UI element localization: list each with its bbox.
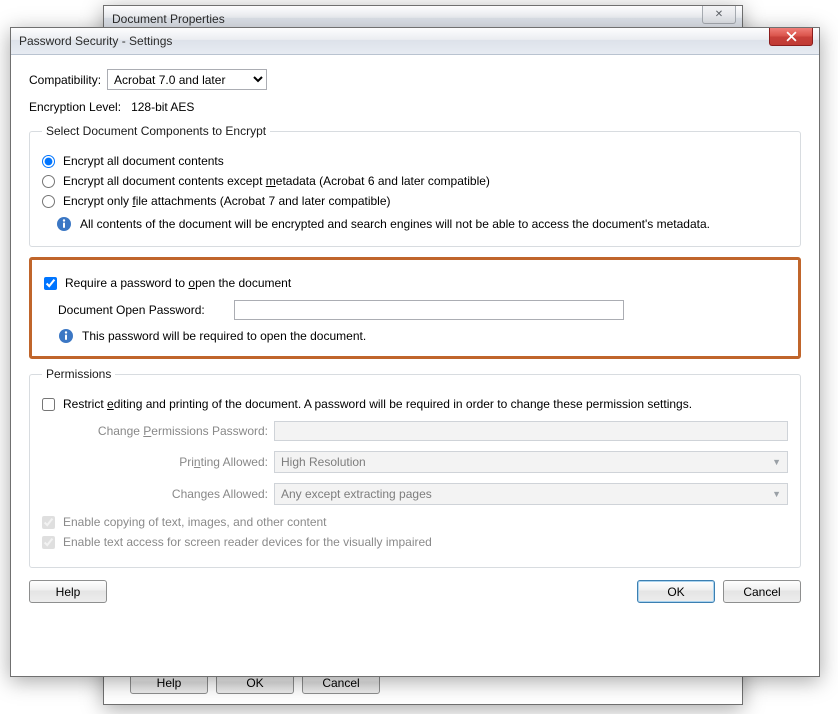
enable-copy-row: Enable copying of text, images, and othe… — [42, 515, 788, 529]
enable-copy-label: Enable copying of text, images, and othe… — [63, 515, 327, 529]
chevron-down-icon: ▼ — [772, 489, 781, 499]
encryption-row: Encryption Level: 128-bit AES — [29, 100, 801, 114]
encryption-label: Encryption Level: — [29, 100, 121, 114]
restrict-editing-label: Restrict editing and printing of the doc… — [63, 397, 692, 411]
info-icon — [58, 328, 74, 344]
enable-copy-checkbox — [42, 516, 55, 529]
ok-button[interactable]: OK — [637, 580, 715, 603]
components-info-text: All contents of the document will be enc… — [80, 217, 710, 231]
restrict-editing-row[interactable]: Restrict editing and printing of the doc… — [42, 397, 788, 411]
printing-allowed-label: Printing Allowed: — [42, 455, 268, 469]
info-icon — [56, 216, 72, 232]
encrypt-all-row[interactable]: Encrypt all document contents — [42, 154, 788, 168]
close-icon: ✕ — [702, 6, 736, 24]
open-password-field-row: Document Open Password: — [58, 300, 786, 320]
printing-allowed-row: Printing Allowed: High Resolution ▼ — [42, 451, 788, 473]
close-icon — [786, 31, 797, 42]
enable-access-label: Enable text access for screen reader dev… — [63, 535, 432, 549]
encrypt-all-label: Encrypt all document contents — [63, 154, 224, 168]
close-button[interactable] — [769, 28, 813, 46]
compatibility-select[interactable]: Acrobat 7.0 and later — [107, 69, 267, 90]
printing-allowed-select: High Resolution ▼ — [274, 451, 788, 473]
compatibility-row: Compatibility: Acrobat 7.0 and later — [29, 69, 801, 90]
changes-allowed-select: Any except extracting pages ▼ — [274, 483, 788, 505]
encrypt-all-radio[interactable] — [42, 155, 55, 168]
encrypt-attachments-radio[interactable] — [42, 195, 55, 208]
encrypt-attachments-row[interactable]: Encrypt only file attachments (Acrobat 7… — [42, 194, 788, 208]
permissions-legend: Permissions — [42, 367, 115, 381]
help-button[interactable]: Help — [29, 580, 107, 603]
encrypt-attachments-label: Encrypt only file attachments (Acrobat 7… — [63, 194, 391, 208]
chevron-down-icon: ▼ — [772, 457, 781, 467]
open-password-info-text: This password will be required to open t… — [82, 329, 366, 343]
change-permissions-password-label: Change Permissions Password: — [42, 424, 268, 438]
titlebar: Password Security - Settings — [11, 28, 819, 55]
encrypt-except-metadata-row[interactable]: Encrypt all document contents except met… — [42, 174, 788, 188]
compatibility-label: Compatibility: — [29, 73, 101, 87]
change-permissions-password-input — [274, 421, 788, 441]
parent-close-button[interactable]: ✕ — [702, 6, 736, 24]
permissions-group: Permissions Restrict editing and printin… — [29, 367, 801, 568]
restrict-editing-checkbox[interactable] — [42, 398, 55, 411]
parent-title: Document Properties — [112, 12, 225, 26]
cancel-button[interactable]: Cancel — [723, 580, 801, 603]
components-info-row: All contents of the document will be enc… — [56, 216, 788, 232]
components-group: Select Document Components to Encrypt En… — [29, 124, 801, 247]
open-password-highlight: Require a password to open the document … — [29, 257, 801, 359]
components-legend: Select Document Components to Encrypt — [42, 124, 270, 138]
require-open-password-row[interactable]: Require a password to open the document — [44, 276, 786, 290]
encrypt-except-metadata-label: Encrypt all document contents except met… — [63, 174, 490, 188]
require-open-password-label: Require a password to open the document — [65, 276, 291, 290]
enable-access-row: Enable text access for screen reader dev… — [42, 535, 788, 549]
password-security-dialog: Password Security - Settings Compatibili… — [10, 27, 820, 677]
encryption-value: 128-bit AES — [131, 100, 194, 114]
open-password-input[interactable] — [234, 300, 624, 320]
enable-access-checkbox — [42, 536, 55, 549]
changes-allowed-label: Changes Allowed: — [42, 487, 268, 501]
encrypt-except-metadata-radio[interactable] — [42, 175, 55, 188]
button-bar: Help OK Cancel — [29, 580, 801, 603]
change-permissions-password-row: Change Permissions Password: — [42, 421, 788, 441]
open-password-info-row: This password will be required to open t… — [58, 328, 786, 344]
dialog-title: Password Security - Settings — [19, 34, 172, 48]
changes-allowed-row: Changes Allowed: Any except extracting p… — [42, 483, 788, 505]
open-password-label: Document Open Password: — [58, 303, 228, 317]
require-open-password-checkbox[interactable] — [44, 277, 57, 290]
